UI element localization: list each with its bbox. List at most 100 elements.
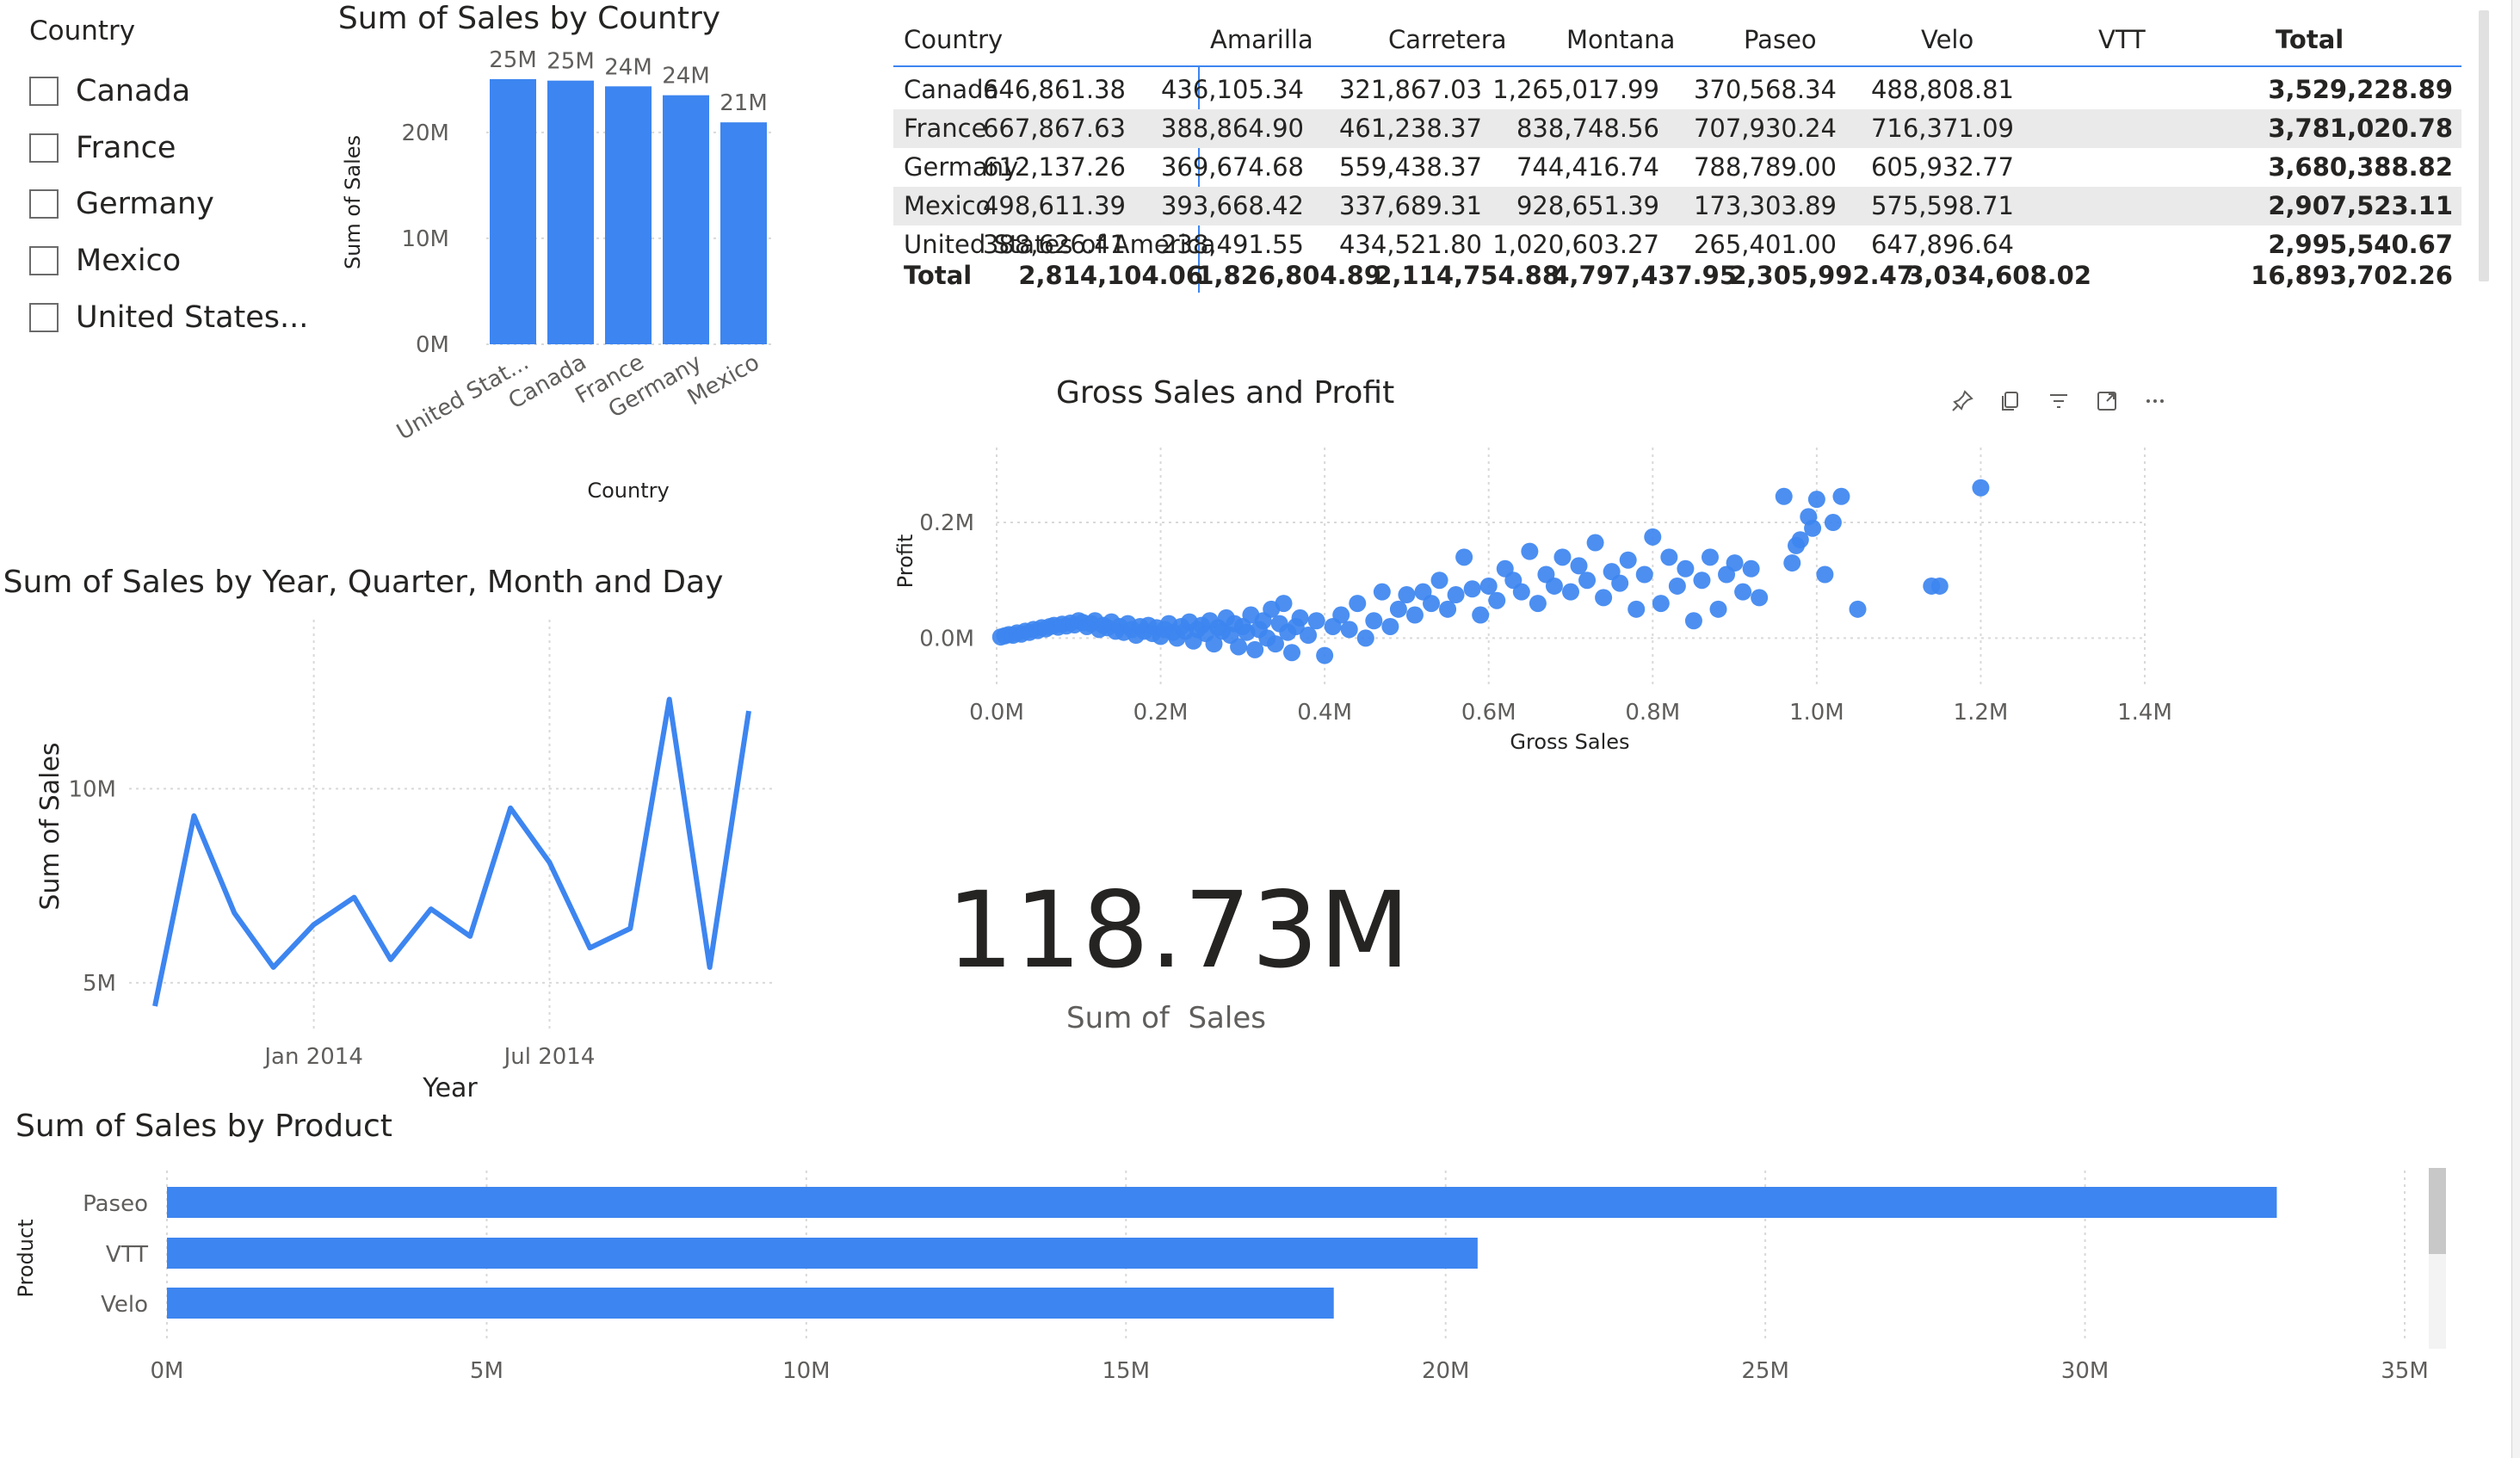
y-axis-title: Sum of Sales <box>341 135 365 269</box>
cell-total: 2,907,523.11 <box>2268 191 2453 220</box>
matrix-header-total[interactable]: Total <box>2276 21 2344 59</box>
scatter-point <box>1644 528 1662 546</box>
matrix-header-amarilla[interactable]: Amarilla <box>1210 21 1313 59</box>
cell-value: 1,265,017.99 <box>1492 75 1659 104</box>
copy-icon[interactable] <box>1995 386 2026 417</box>
filter-icon[interactable] <box>2043 386 2074 417</box>
scatter-point <box>1832 487 1850 505</box>
bar <box>663 95 709 345</box>
scatter-point <box>1816 565 1834 584</box>
x-axis-title: Gross Sales <box>1510 730 1629 754</box>
x-tick-label: Jul 2014 <box>503 1044 596 1070</box>
series-line <box>152 696 751 1007</box>
page-scrollbar[interactable] <box>2511 0 2520 1458</box>
y-tick-label: 10M <box>68 776 116 802</box>
x-tick-label: 0.0M <box>969 700 1024 726</box>
scatter-point <box>1570 557 1588 575</box>
matrix-header-vtt[interactable]: VTT <box>2098 21 2146 59</box>
cell-value: 646,861.38 <box>982 75 1126 104</box>
chart-title: Gross Sales and Profit <box>1056 375 1394 411</box>
matrix-header-country[interactable]: Country <box>904 21 1003 59</box>
scatter-point <box>1373 583 1391 601</box>
y-tick-label: 0.2M <box>919 510 974 536</box>
scatter-point <box>1340 621 1358 639</box>
cell-total: 3,781,020.78 <box>2268 114 2453 143</box>
x-tick-label: 20M <box>1422 1358 1470 1384</box>
cell-value: 498,611.39 <box>982 191 1126 220</box>
cell-value: 337,689.31 <box>1338 191 1482 220</box>
cell-value: 667,867.63 <box>982 114 1126 143</box>
total-value: 2,114,754.88 <box>1374 261 1560 290</box>
x-tick-label: 25M <box>1741 1358 1789 1384</box>
pin-icon[interactable] <box>1947 386 1978 417</box>
row-country: France <box>904 114 987 143</box>
matrix-header-carretera[interactable]: Carretera <box>1388 21 1506 59</box>
cell-value: 369,674.68 <box>1160 152 1304 182</box>
scatter-point <box>1701 548 1719 566</box>
scatter-point <box>1742 559 1760 578</box>
scatter-point <box>1463 580 1481 598</box>
cell-value: 605,932.77 <box>1870 152 2014 182</box>
cell-value: 928,651.39 <box>1516 191 1659 220</box>
bar <box>605 86 652 345</box>
cell-value: 707,930.24 <box>1693 114 1837 143</box>
scatter-point <box>1423 595 1441 613</box>
scatter-point <box>1472 606 1490 624</box>
scatter-point <box>1381 617 1399 635</box>
total-value: 2,814,104.06 <box>1018 261 1203 290</box>
scatter-point <box>1447 586 1465 604</box>
scatter-point <box>1807 491 1825 509</box>
table-row: Mexico 498,611.39 393,668.42 337,689.31 … <box>893 187 2461 225</box>
y-tick-label: Velo <box>101 1292 148 1318</box>
matrix-scrollbar[interactable] <box>2479 10 2489 281</box>
scatter-point <box>1430 571 1448 590</box>
scatter-point <box>1734 583 1752 601</box>
total-value: 2,305,992.47 <box>1729 261 1914 290</box>
scatter-point <box>1389 600 1407 618</box>
x-tick-label: 5M <box>470 1358 503 1384</box>
scatter-point <box>1726 554 1744 572</box>
total-row: Total 2,814,104.06 1,826,804.89 2,114,75… <box>893 256 2461 295</box>
x-tick-label: 15M <box>1102 1358 1151 1384</box>
kpi-card-value: 118.73M <box>947 869 1411 992</box>
y-tick-label: 0M <box>416 332 449 358</box>
scatter-point <box>1545 577 1563 595</box>
scatter-point <box>1751 589 1769 607</box>
scatter-point <box>1677 559 1695 578</box>
cell-value: 488,808.81 <box>1870 75 2014 104</box>
scatter-point <box>1628 600 1646 618</box>
bar <box>547 80 594 345</box>
chart-title: Sum of Sales by Year, Quarter, Month and… <box>3 565 724 600</box>
x-tick-label: 0.8M <box>1625 700 1680 726</box>
y-tick-label: VTT <box>106 1242 148 1268</box>
matrix-header-velo[interactable]: Velo <box>1921 21 1973 59</box>
scatter-point <box>1307 612 1325 630</box>
y-axis-title: Sum of Sales <box>35 742 65 910</box>
scatter-point <box>1635 565 1653 584</box>
x-tick-label: 0.4M <box>1297 700 1352 726</box>
scatter-point <box>1923 577 1941 595</box>
cell-value: 559,438.37 <box>1338 152 1482 182</box>
product-chart-scrollbar-thumb[interactable] <box>2429 1168 2446 1254</box>
scatter-point <box>1783 554 1801 572</box>
matrix-header-divider <box>893 65 2461 67</box>
more-options-icon[interactable] <box>2140 386 2171 417</box>
table-row: Germany 612,137.26 369,674.68 559,438.37… <box>893 148 2461 187</box>
bar <box>720 122 767 344</box>
scatter-point <box>1562 583 1579 601</box>
y-tick-label: Paseo <box>83 1191 148 1217</box>
scatter-point <box>1398 586 1416 604</box>
row-country: Mexico <box>904 191 991 220</box>
scatter-point <box>1553 548 1572 566</box>
matrix-header-paseo[interactable]: Paseo <box>1744 21 1817 59</box>
scatter-point <box>1275 595 1293 613</box>
matrix-header-montana[interactable]: Montana <box>1566 21 1675 59</box>
scatter-point <box>1652 595 1670 613</box>
kpi-card-label: Sum of Sales <box>1066 1001 1266 1035</box>
scatter-point <box>1668 577 1686 595</box>
focus-mode-icon[interactable] <box>2091 386 2122 417</box>
table-row: Canada 646,861.38 436,105.34 321,867.03 … <box>893 71 2461 109</box>
cell-value: 612,137.26 <box>982 152 1126 182</box>
data-label: 24M <box>662 64 710 90</box>
cell-value: 388,864.90 <box>1160 114 1304 143</box>
